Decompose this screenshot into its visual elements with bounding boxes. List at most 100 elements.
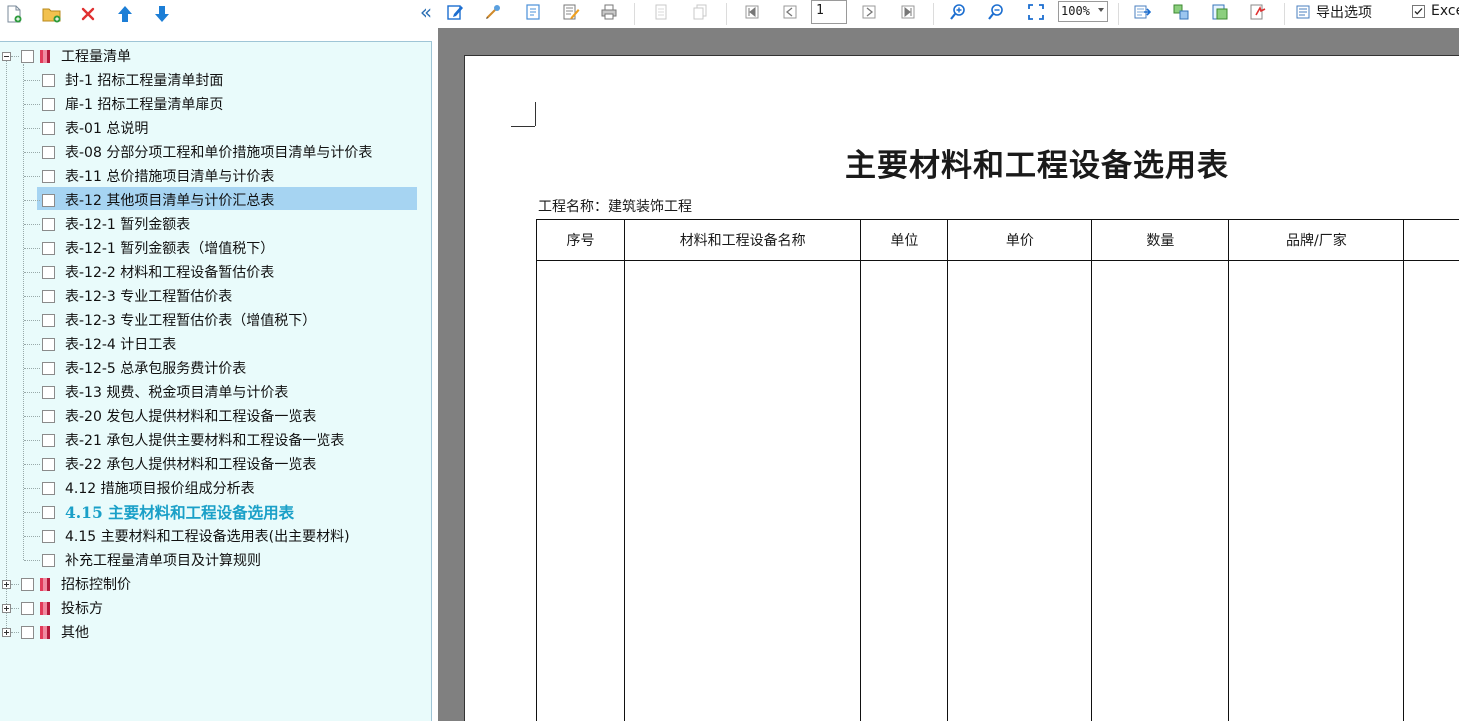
checkbox[interactable] (42, 385, 55, 399)
tree-item[interactable]: 表-21 承包人提供主要材料和工程设备一览表 (0, 428, 344, 452)
checkbox[interactable] (42, 73, 55, 87)
tree-root-label: 招标控制价 (61, 577, 131, 593)
tree-item[interactable]: 表-12-4 计日工表 (0, 332, 176, 356)
checkbox[interactable] (42, 457, 55, 471)
checkbox[interactable] (42, 481, 55, 495)
excel-checkbox[interactable]: Excel (1412, 3, 1459, 19)
tree-item[interactable]: 表-13 规费、税金项目清单与计价表 (0, 380, 288, 404)
checkbox[interactable] (42, 169, 55, 183)
tree-item[interactable]: 4.15 主要材料和工程设备选用表 (0, 500, 294, 524)
zoom-select[interactable]: 100% (1058, 1, 1108, 22)
fit-page-icon[interactable] (1025, 1, 1047, 23)
checkbox[interactable] (42, 241, 55, 255)
page-setup-icon[interactable] (522, 1, 544, 23)
tree-root-bidder[interactable]: 投标方 (0, 596, 103, 620)
tree-item-label: 表-13 规费、税金项目清单与计价表 (65, 385, 289, 401)
export-multi-icon[interactable] (1170, 1, 1192, 23)
tree-item[interactable]: 4.12 措施项目报价组成分析表 (0, 476, 255, 500)
checkbox[interactable] (42, 409, 55, 423)
tree-item[interactable]: 表-20 发包人提供材料和工程设备一览表 (0, 404, 316, 428)
checkbox[interactable] (42, 217, 55, 231)
export-options-button[interactable]: 导出选项 (1296, 2, 1372, 22)
new-folder-icon[interactable] (41, 3, 63, 25)
checkbox[interactable] (42, 265, 55, 279)
page-number-input[interactable]: 1 (811, 0, 847, 24)
delete-icon[interactable] (77, 3, 99, 25)
column-header: 序号 (535, 219, 626, 261)
tree-item-label: 表-12-1 暂列金额表（增值税下） (65, 241, 275, 257)
checkbox[interactable] (42, 361, 55, 375)
tree-item[interactable]: 表-22 承包人提供材料和工程设备一览表 (0, 452, 316, 476)
report-preview[interactable]: 主要材料和工程设备选用表 工程名称：建筑装饰工程 序号 材料和工程设备名称 单位… (438, 28, 1459, 721)
excel-checkbox-box[interactable] (1412, 4, 1425, 18)
collapse-icon[interactable] (2, 52, 11, 61)
tree-item[interactable]: 表-01 总说明 (0, 116, 148, 140)
tree-root-bill[interactable]: 工程量清单 (0, 44, 131, 68)
tree-item-label: 表-11 总价措施项目清单与计价表 (65, 169, 275, 185)
expand-icon[interactable] (2, 628, 11, 637)
tree-item[interactable]: 封-1 招标工程量清单封面 (0, 68, 223, 92)
checkbox[interactable] (42, 337, 55, 351)
tree-item-label: 表-12-3 专业工程暂估价表 (65, 289, 233, 305)
checkbox[interactable] (21, 601, 34, 615)
zoom-in-icon[interactable] (947, 1, 969, 23)
collapse-panel-icon[interactable]: « (416, 0, 436, 24)
export-excel-icon[interactable] (1131, 1, 1153, 23)
export-batch-icon[interactable] (1209, 1, 1231, 23)
tree-item[interactable]: 补充工程量清单项目及计算规则 (0, 548, 261, 572)
tree-item[interactable]: 表-12-3 专业工程暂估价表 (0, 284, 232, 308)
report-page: 主要材料和工程设备选用表 工程名称：建筑装饰工程 序号 材料和工程设备名称 单位… (464, 55, 1459, 721)
checkbox[interactable] (42, 97, 55, 111)
checkbox[interactable] (42, 121, 55, 135)
checkbox[interactable] (21, 625, 34, 639)
edit-icon[interactable] (444, 1, 466, 23)
expand-icon[interactable] (2, 580, 11, 589)
tree-item[interactable]: 表-12-3 专业工程暂估价表（增值税下） (0, 308, 316, 332)
tree-item[interactable]: 表-12-2 材料和工程设备暂估价表 (0, 260, 274, 284)
multi-page-icon[interactable] (689, 1, 711, 23)
tree-item-label: 扉-1 招标工程量清单扉页 (65, 97, 224, 113)
checkbox[interactable] (42, 553, 55, 567)
tree-root-other[interactable]: 其他 (0, 620, 89, 644)
table-header-row: 序号 材料和工程设备名称 单位 单价 数量 品牌/厂家 (535, 219, 1459, 261)
checkbox[interactable] (42, 193, 55, 207)
tree-item[interactable]: 表-12 其他项目清单与计价汇总表 (0, 188, 274, 212)
checkbox[interactable] (21, 49, 34, 63)
print-icon[interactable] (598, 1, 620, 23)
tree-item[interactable]: 表-11 总价措施项目清单与计价表 (0, 164, 274, 188)
column-header: 品牌/厂家 (1228, 219, 1405, 261)
tree-root-control-price[interactable]: 招标控制价 (0, 572, 131, 596)
checkbox[interactable] (42, 505, 55, 519)
tree-item[interactable]: 表-12-5 总承包服务费计价表 (0, 356, 246, 380)
tree-item[interactable]: 扉-1 招标工程量清单扉页 (0, 92, 223, 116)
tree-item[interactable]: 4.15 主要材料和工程设备选用表(出主要材料) (0, 524, 350, 548)
next-page-icon[interactable] (858, 1, 880, 23)
checkbox[interactable] (21, 577, 34, 591)
prev-page-icon[interactable] (779, 1, 801, 23)
report-edit-icon[interactable] (560, 1, 582, 23)
tree-item-label: 4.15 主要材料和工程设备选用表 (65, 503, 295, 522)
checkbox[interactable] (42, 145, 55, 159)
export-options-label: 导出选项 (1316, 5, 1372, 21)
tree-item-label: 表-12-1 暂列金额表 (65, 217, 191, 233)
last-page-icon[interactable] (897, 1, 919, 23)
tree-item[interactable]: 表-12-1 暂列金额表（增值税下） (0, 236, 274, 260)
checkbox[interactable] (42, 529, 55, 543)
move-up-icon[interactable] (114, 3, 136, 25)
zoom-value: 100% (1061, 4, 1090, 18)
zoom-out-icon[interactable] (985, 1, 1007, 23)
tree-item-label: 表-01 总说明 (65, 121, 149, 137)
export-pdf-icon[interactable] (1247, 1, 1269, 23)
expand-icon[interactable] (2, 604, 11, 613)
move-down-icon[interactable] (151, 3, 173, 25)
tree-item[interactable]: 表-12-1 暂列金额表 (0, 212, 190, 236)
checkbox[interactable] (42, 313, 55, 327)
tree-item[interactable]: 表-08 分部分项工程和单价措施项目清单与计价表 (0, 140, 372, 164)
checkbox[interactable] (42, 289, 55, 303)
checkbox[interactable] (42, 433, 55, 447)
first-page-icon[interactable] (741, 1, 763, 23)
design-icon[interactable] (482, 1, 504, 23)
single-page-icon[interactable] (650, 1, 672, 23)
new-page-icon[interactable] (3, 3, 25, 25)
table-cell (624, 260, 862, 721)
